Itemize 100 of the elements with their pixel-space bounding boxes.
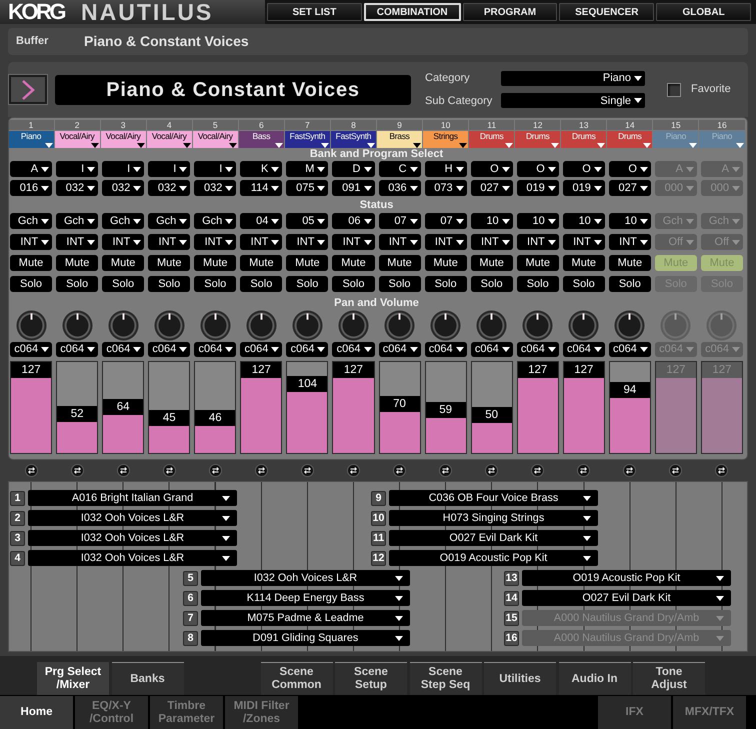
solo-button[interactable]: Solo: [102, 276, 144, 292]
page-tab[interactable]: Banks: [112, 662, 184, 695]
program-number-dropdown[interactable]: 036: [378, 180, 421, 196]
swap-arrows-icon[interactable]: [162, 464, 176, 476]
pan-dropdown[interactable]: c064: [424, 342, 467, 357]
category-dropdown[interactable]: Piano: [501, 70, 645, 86]
pan-dropdown[interactable]: c064: [102, 342, 144, 357]
pan-knob[interactable]: [108, 310, 139, 341]
status-dropdown[interactable]: INT: [148, 234, 190, 250]
category-dropdown[interactable]: FastSynth: [284, 131, 330, 148]
page-tab[interactable]: Prg Select /Mixer: [37, 662, 109, 695]
volume-fader[interactable]: 59: [424, 361, 467, 454]
mode-tab[interactable]: GLOBAL: [656, 3, 751, 21]
solo-button[interactable]: Solo: [424, 276, 467, 292]
program-number-dropdown[interactable]: 032: [194, 180, 236, 196]
pan-dropdown[interactable]: c064: [608, 342, 651, 357]
program-dropdown[interactable]: K114 Deep Energy Bass: [201, 590, 410, 606]
volume-fader[interactable]: 127: [332, 361, 374, 454]
category-dropdown[interactable]: Piano: [8, 131, 54, 148]
midi-channel-dropdown[interactable]: 07: [424, 213, 467, 229]
midi-channel-dropdown[interactable]: 10: [516, 213, 559, 229]
category-dropdown[interactable]: Brass: [377, 131, 422, 148]
bank-dropdown[interactable]: A: [10, 161, 52, 177]
program-dropdown[interactable]: M075 Padme & Leadme: [201, 610, 410, 626]
page-tab[interactable]: Tone Adjust: [633, 662, 705, 695]
solo-button[interactable]: Solo: [378, 276, 421, 292]
midi-channel-dropdown[interactable]: 10: [562, 213, 605, 229]
swap-arrows-icon[interactable]: [577, 464, 590, 476]
midi-channel-dropdown[interactable]: 07: [378, 213, 421, 229]
bank-dropdown[interactable]: K: [240, 161, 282, 177]
status-dropdown[interactable]: INT: [378, 234, 421, 250]
combination-name-display[interactable]: Piano & Constant Voices: [55, 74, 411, 104]
page-tab[interactable]: Utilities: [484, 662, 556, 695]
status-dropdown[interactable]: INT: [56, 234, 98, 250]
page-tab[interactable]: Scene Setup: [335, 662, 407, 695]
solo-button[interactable]: Solo: [332, 276, 374, 292]
volume-fader[interactable]: 64: [102, 361, 144, 454]
program-number-dropdown[interactable]: 032: [102, 180, 144, 196]
solo-button[interactable]: Solo: [194, 276, 236, 292]
program-dropdown[interactable]: I032 Ooh Voices L&R: [201, 570, 410, 586]
midi-channel-dropdown[interactable]: Gch: [148, 213, 190, 229]
favorite-checkbox[interactable]: [667, 82, 681, 96]
status-dropdown[interactable]: INT: [562, 234, 605, 250]
program-dropdown[interactable]: C036 OB Four Voice Brass: [389, 490, 598, 506]
volume-fader[interactable]: 104: [286, 361, 328, 454]
program-number-dropdown[interactable]: 032: [56, 180, 98, 196]
category-dropdown[interactable]: Vocal/Airy: [192, 131, 238, 148]
solo-button[interactable]: Solo: [240, 276, 282, 292]
volume-fader-fill[interactable]: [195, 426, 236, 453]
bank-dropdown[interactable]: C: [378, 161, 421, 177]
midi-channel-dropdown[interactable]: 10: [470, 213, 513, 229]
category-dropdown[interactable]: Strings: [423, 131, 468, 148]
volume-fader[interactable]: 50: [470, 361, 513, 454]
pan-dropdown[interactable]: c064: [240, 342, 282, 357]
status-dropdown[interactable]: INT: [608, 234, 651, 250]
mode-tab[interactable]: PROGRAM: [462, 3, 558, 21]
program-number-dropdown[interactable]: 091: [332, 180, 374, 196]
bank-dropdown[interactable]: O: [562, 161, 605, 177]
program-number-dropdown[interactable]: 016: [10, 180, 52, 196]
swap-arrows-icon[interactable]: [715, 464, 728, 476]
category-dropdown[interactable]: Vocal/Airy: [146, 131, 192, 148]
mute-button[interactable]: Mute: [516, 255, 559, 271]
program-number-dropdown[interactable]: 114: [240, 180, 282, 196]
status-dropdown[interactable]: INT: [332, 234, 374, 250]
bank-dropdown[interactable]: I: [148, 161, 190, 177]
mute-button[interactable]: Mute: [194, 255, 236, 271]
bank-dropdown[interactable]: I: [102, 161, 144, 177]
volume-fader-fill[interactable]: [610, 398, 650, 453]
program-number-dropdown[interactable]: 073: [424, 180, 467, 196]
volume-fader[interactable]: 127: [10, 361, 52, 454]
solo-button[interactable]: Solo: [56, 276, 98, 292]
page-tab[interactable]: Audio In: [558, 662, 630, 695]
solo-button[interactable]: Solo: [148, 276, 190, 292]
pan-knob[interactable]: [476, 310, 508, 341]
volume-fader[interactable]: 127: [240, 361, 282, 454]
pan-knob[interactable]: [246, 310, 277, 341]
mute-button[interactable]: Mute: [10, 255, 52, 271]
program-dropdown[interactable]: O019 Acoustic Pop Kit: [522, 570, 731, 586]
status-dropdown[interactable]: INT: [194, 234, 236, 250]
pan-knob[interactable]: [614, 310, 646, 341]
pan-dropdown[interactable]: c064: [194, 342, 236, 357]
bank-dropdown[interactable]: O: [608, 161, 651, 177]
midi-channel-dropdown[interactable]: 04: [240, 213, 282, 229]
volume-fader[interactable]: 45: [148, 361, 190, 454]
swap-arrows-icon[interactable]: [208, 464, 222, 476]
category-dropdown[interactable]: Drums: [607, 131, 652, 148]
status-dropdown[interactable]: INT: [470, 234, 513, 250]
swap-arrows-icon[interactable]: [669, 464, 682, 476]
mute-button[interactable]: Mute: [470, 255, 513, 271]
mode-tab[interactable]: SEQUENCER: [559, 3, 654, 21]
mute-button[interactable]: Mute: [562, 255, 605, 271]
pan-knob[interactable]: [62, 310, 93, 341]
mute-button[interactable]: Mute: [286, 255, 328, 271]
pan-dropdown[interactable]: c064: [286, 342, 328, 357]
swap-arrows-icon[interactable]: [439, 464, 452, 476]
mute-button[interactable]: Mute: [332, 255, 374, 271]
pan-dropdown[interactable]: c064: [332, 342, 374, 357]
solo-button[interactable]: Solo: [516, 276, 559, 292]
pan-dropdown[interactable]: c064: [148, 342, 190, 357]
pan-dropdown[interactable]: c064: [470, 342, 513, 357]
